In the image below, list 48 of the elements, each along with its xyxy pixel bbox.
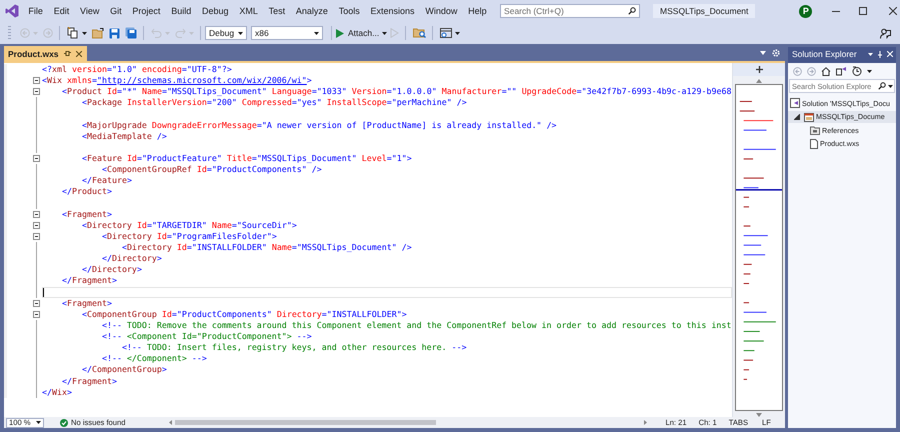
- menu-item[interactable]: Project: [127, 4, 166, 18]
- code-line: </Directory>: [80, 264, 142, 276]
- code-line: </Feature>: [80, 175, 132, 186]
- code-line: <MajorUpgrade DowngradeErrorMessage="A newer version of [ProductName] is already installed." />: [80, 120, 557, 131]
- code-line: <Fragment>: [60, 298, 112, 309]
- code-line: <!-- TODO: Remove the comments around this Component element and the ComponentRef below in order to add resources to this inst: [100, 320, 732, 331]
- menu-item[interactable]: Extensions: [365, 4, 420, 18]
- code-line: <!-- <Component Id="ProductComponent"> -->: [100, 331, 312, 342]
- code-line: <Feature Id="ProductFeature" Title="MSSQLTips_Document" Level="1">: [80, 153, 412, 164]
- code-line: </Wix>: [42, 386, 72, 398]
- menu-item[interactable]: Test: [263, 4, 291, 18]
- panel-title: Solution Explorer: [792, 49, 858, 59]
- code-line: </Fragment>: [60, 376, 117, 387]
- account-avatar[interactable]: P: [799, 4, 812, 18]
- code-line: <?xml version="1.0" encoding="UTF-8"?>: [42, 64, 232, 76]
- menu-item[interactable]: Help: [462, 4, 492, 18]
- configuration-dropdown[interactable]: Debug: [205, 26, 247, 40]
- search-field[interactable]: Search (Ctrl+Q): [500, 4, 640, 18]
- code-line: <Directory Id="ProgramFilesFolder">: [100, 230, 277, 242]
- code-line: <!-- </Component> -->: [100, 353, 207, 364]
- code-line: <Package InstallerVersion="200" Compressed="yes" InstallScope="perMachine" />: [80, 97, 467, 108]
- menu-item[interactable]: Edit: [48, 4, 75, 18]
- code-line: <Directory Id="TARGETDIR" Name="SourceDir">: [80, 220, 297, 231]
- code-line: <!-- TODO: Insert files, registry keys, and other resources here. -->: [120, 342, 467, 354]
- code-line: <Product Id="*" Name="MSSQLTips_Document" Language="1033" Version="1.0.0.0" Manufacturer="" UpgradeCode="3e42f7b7-6993-4b9c-a129-b9e68: [60, 86, 732, 98]
- code-line: </Directory>: [100, 253, 162, 264]
- run-button[interactable]: Attach...: [336, 28, 380, 38]
- code-line: <ComponentGroupRef Id="ProductComponents" />: [100, 164, 322, 176]
- menu-item[interactable]: Analyze: [290, 4, 334, 18]
- code-line: <Directory Id="INSTALLFOLDER" Name="MSSQLTips_Document" />: [120, 242, 412, 254]
- menu-item[interactable]: Debug: [196, 4, 234, 18]
- document-tab[interactable]: Product.wxs: [4, 46, 87, 61]
- menu-item[interactable]: Build: [166, 4, 197, 18]
- menu-item[interactable]: XML: [234, 4, 264, 18]
- code-line: <Wix xmlns="http://schemas.microsoft.com/wix/2006/wi">: [42, 75, 312, 86]
- code-line: <MediaTemplate />: [80, 130, 167, 142]
- code-line: </Fragment>: [60, 275, 117, 286]
- menu-item[interactable]: Git: [104, 4, 128, 18]
- code-line: <Fragment>: [60, 208, 112, 220]
- menu-item[interactable]: File: [23, 4, 48, 18]
- code-line: </ComponentGroup>: [80, 364, 167, 376]
- configuration-dropdown[interactable]: x86: [251, 26, 323, 40]
- code-line: <ComponentGroup Id="ProductComponents" Directory="INSTALLFOLDER">: [80, 308, 407, 320]
- solution-name-label: MSSQLTips_Document: [653, 4, 756, 18]
- menu-item[interactable]: View: [74, 4, 105, 18]
- menu-item[interactable]: Tools: [333, 4, 366, 18]
- code-line: </Product>: [60, 186, 112, 198]
- menu-item[interactable]: Window: [420, 4, 463, 18]
